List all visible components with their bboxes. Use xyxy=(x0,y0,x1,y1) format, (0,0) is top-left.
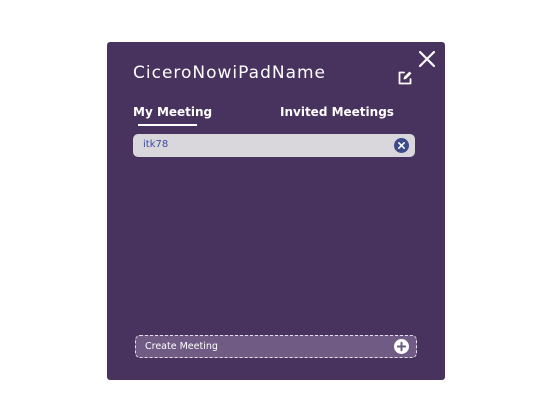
dialog-title: CiceroNowiPadName xyxy=(133,63,327,83)
screen: CiceroNowiPadName My Meeting Invited Mee… xyxy=(0,0,552,414)
remove-icon[interactable] xyxy=(394,138,409,153)
create-meeting-label: Create Meeting xyxy=(145,341,218,352)
meeting-name: itk78 xyxy=(143,139,169,150)
close-icon[interactable] xyxy=(418,50,436,68)
edit-icon[interactable] xyxy=(396,69,414,87)
tab-my-meeting[interactable]: My Meeting xyxy=(133,105,212,119)
meetings-dialog: CiceroNowiPadName My Meeting Invited Mee… xyxy=(107,42,445,380)
create-meeting-button[interactable]: Create Meeting xyxy=(135,335,417,358)
plus-circle-icon xyxy=(394,339,409,354)
active-tab-indicator xyxy=(138,124,197,126)
meeting-list-item[interactable]: itk78 xyxy=(133,134,415,157)
tab-invited-meetings[interactable]: Invited Meetings xyxy=(280,105,394,119)
